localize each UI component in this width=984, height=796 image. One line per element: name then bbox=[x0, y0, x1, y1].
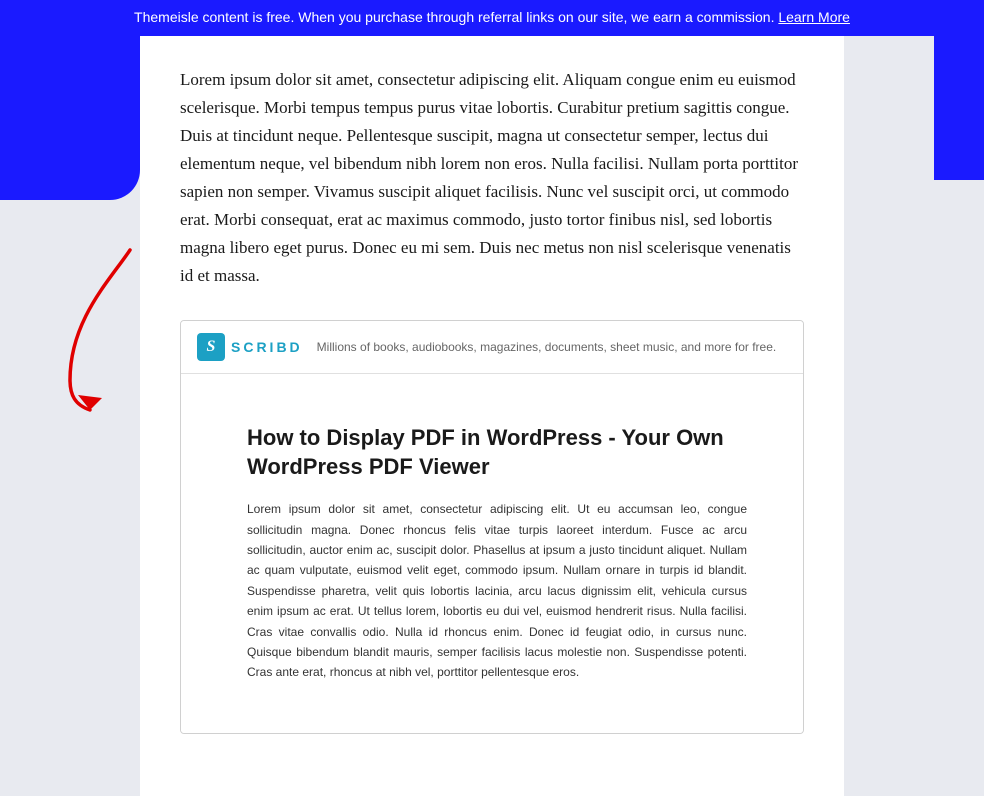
main-content-area: Lorem ipsum dolor sit amet, consectetur … bbox=[140, 36, 844, 796]
document-title: How to Display PDF in WordPress - Your O… bbox=[247, 424, 747, 481]
document-body: Lorem ipsum dolor sit amet, consectetur … bbox=[247, 499, 747, 683]
notification-text: Themeisle content is free. When you purc… bbox=[134, 9, 774, 25]
red-arrow bbox=[50, 240, 210, 420]
scribd-document-inner: How to Display PDF in WordPress - Your O… bbox=[247, 424, 747, 683]
scribd-header: S SCRIBD Millions of books, audiobooks, … bbox=[181, 321, 803, 374]
scribd-embed-container: S SCRIBD Millions of books, audiobooks, … bbox=[180, 320, 804, 734]
notification-bar: Themeisle content is free. When you purc… bbox=[0, 0, 984, 36]
scribd-tagline: Millions of books, audiobooks, magazines… bbox=[317, 340, 777, 354]
main-paragraph: Lorem ipsum dolor sit amet, consectetur … bbox=[180, 66, 804, 290]
learn-more-link[interactable]: Learn More bbox=[778, 9, 850, 25]
scribd-logo: S SCRIBD bbox=[197, 333, 303, 361]
scribd-document-preview: How to Display PDF in WordPress - Your O… bbox=[181, 374, 803, 733]
scribd-name: SCRIBD bbox=[231, 339, 303, 355]
